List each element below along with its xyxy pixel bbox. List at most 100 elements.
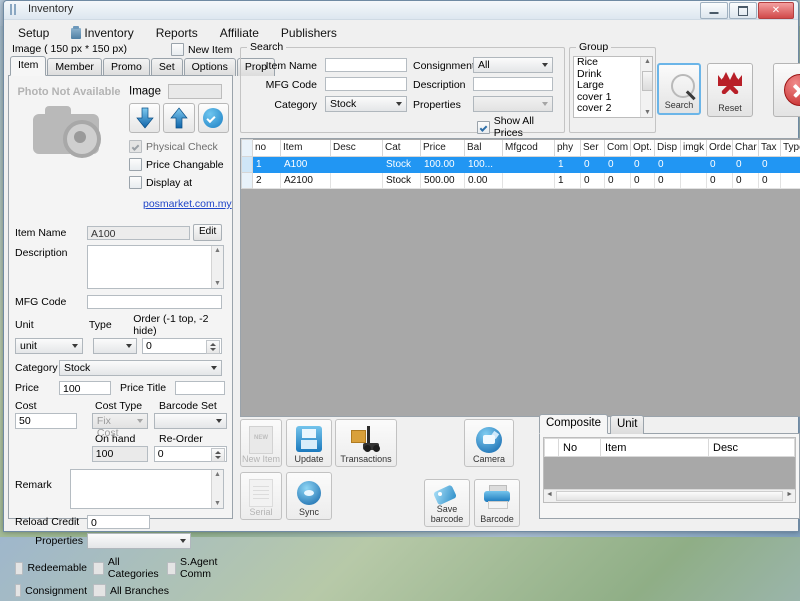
price-changable-checkbox[interactable] (129, 158, 142, 171)
show-all-prices-checkbox[interactable] (477, 121, 490, 134)
inventory-datagrid[interactable]: no Item Desc Cat Price Bal Mfgcod phy Se… (240, 138, 800, 417)
s-agent-comm-row[interactable]: S.Agent Comm (167, 556, 227, 580)
scrollbar-thumb[interactable] (556, 491, 783, 501)
reload-credit-input[interactable]: 0 (87, 515, 150, 529)
new-item-checkbox-row[interactable]: New Item (171, 43, 232, 56)
col-disp[interactable]: Disp (655, 140, 681, 157)
col-desc[interactable]: Desc (331, 140, 383, 157)
price-changable-row[interactable]: Price Changable (129, 158, 229, 171)
col-tax[interactable]: Tax (759, 140, 781, 157)
comp-col-item[interactable]: Item (601, 439, 709, 457)
image-download-button[interactable] (129, 103, 160, 133)
unit-select[interactable]: unit (15, 338, 83, 354)
search-item-name-input[interactable] (325, 58, 407, 72)
reorder-input[interactable]: 0 (154, 446, 227, 462)
remark-textarea[interactable]: ▲▼ (70, 469, 224, 509)
order-input[interactable]: 0 (142, 338, 222, 354)
all-branches-checkbox[interactable] (93, 584, 106, 597)
image-upload-button[interactable] (163, 103, 194, 133)
consignment-row[interactable]: Consignment (15, 584, 87, 597)
new-item-checkbox[interactable] (171, 43, 184, 56)
tab-promo[interactable]: Promo (103, 58, 150, 76)
close-window-button[interactable] (773, 63, 800, 117)
comp-col-no[interactable]: No (559, 439, 601, 457)
table-row[interactable]: 1 A100 Stock 100.00 100... 1 0 0 0 0 0 0… (242, 157, 800, 173)
menu-item-affiliate[interactable]: Affiliate (218, 25, 261, 41)
description-scrollbar[interactable]: ▲▼ (211, 246, 223, 288)
comp-col-desc[interactable]: Desc (709, 439, 795, 457)
search-description-input[interactable] (473, 77, 553, 91)
barcode-set-select[interactable] (154, 413, 227, 429)
search-properties-select[interactable] (473, 96, 553, 112)
remark-scrollbar[interactable]: ▲▼ (211, 470, 223, 508)
col-imgk[interactable]: imgk (681, 140, 707, 157)
order-spinner[interactable] (206, 340, 220, 354)
serial-button[interactable]: Serial (240, 472, 282, 520)
col-cat[interactable]: Cat (383, 140, 421, 157)
col-opt[interactable]: Opt. (631, 140, 655, 157)
edit-item-name-button[interactable]: Edit (193, 224, 222, 241)
category-select[interactable]: Stock (59, 360, 222, 376)
cost-type-select[interactable]: Fix Cost (92, 413, 148, 429)
transactions-button[interactable]: Transactions (335, 419, 397, 467)
physical-check-row[interactable]: Physical Check (129, 140, 229, 153)
tab-set[interactable]: Set (151, 58, 183, 76)
close-button[interactable]: ✕ (758, 2, 794, 19)
posmarket-link[interactable]: posmarket.com.my (143, 198, 229, 210)
price-title-input[interactable] (175, 381, 225, 395)
menu-item-reports[interactable]: Reports (154, 25, 200, 41)
item-photo-placeholder[interactable]: Photo Not Available (13, 82, 125, 190)
all-branches-row[interactable]: All Branches (93, 584, 169, 597)
group-scrollbar[interactable]: ▲ ▼ (640, 57, 652, 117)
col-orde[interactable]: Orde (707, 140, 733, 157)
display-at-checkbox[interactable] (129, 176, 142, 189)
tab-composite[interactable]: Composite (539, 414, 608, 434)
item-name-input[interactable]: A100 (87, 226, 190, 240)
col-no[interactable]: no (253, 140, 281, 157)
image-path-field[interactable] (168, 84, 222, 99)
cost-input[interactable]: 50 (15, 413, 77, 429)
search-button[interactable]: Search (657, 63, 701, 115)
properties-select[interactable] (87, 533, 191, 549)
sync-button[interactable]: Sync (286, 472, 332, 520)
col-ser[interactable]: Ser (581, 140, 605, 157)
type-select[interactable] (93, 338, 137, 354)
description-textarea[interactable]: ▲▼ (87, 245, 224, 289)
all-categories-checkbox[interactable] (93, 562, 104, 575)
composite-datagrid[interactable]: No Item Desc ◄ ► (543, 437, 796, 503)
col-bal[interactable]: Bal (465, 140, 503, 157)
table-row[interactable]: 2 A2100 Stock 500.00 0.00 1 0 0 0 0 0 0 … (242, 173, 800, 189)
search-mfg-code-input[interactable] (325, 77, 407, 91)
consignment-checkbox[interactable] (15, 584, 21, 597)
redeemable-row[interactable]: Redeemable (15, 562, 87, 575)
col-phy[interactable]: phy (555, 140, 581, 157)
minimize-button[interactable] (700, 2, 728, 19)
row-selector[interactable] (242, 157, 253, 173)
show-all-prices-row[interactable]: Show All Prices (477, 115, 564, 139)
col-type[interactable]: Type (781, 140, 800, 157)
col-item[interactable]: Item (281, 140, 331, 157)
menu-item-inventory[interactable]: Inventory (69, 25, 135, 41)
tab-unit[interactable]: Unit (610, 415, 644, 434)
scrollbar-thumb[interactable] (642, 71, 653, 91)
save-barcode-button[interactable]: Save barcode (424, 479, 470, 527)
price-input[interactable]: 100 (59, 381, 111, 395)
col-char[interactable]: Char (733, 140, 759, 157)
barcode-button[interactable]: Barcode (474, 479, 520, 527)
new-item-button[interactable]: New Item (240, 419, 282, 467)
col-mfgcod[interactable]: Mfgcod (503, 140, 555, 157)
menu-item-setup[interactable]: Setup (16, 25, 51, 41)
col-price[interactable]: Price (421, 140, 465, 157)
search-category-select[interactable]: Stock (325, 96, 407, 112)
all-categories-row[interactable]: All Categories (93, 556, 161, 580)
col-com[interactable]: Com (605, 140, 631, 157)
tab-item[interactable]: Item (10, 56, 46, 76)
maximize-button[interactable] (729, 2, 757, 19)
update-button[interactable]: Update (286, 419, 332, 467)
group-listbox[interactable]: Rice Drink Large cover 1 cover 2 ▲ ▼ (573, 56, 653, 118)
tab-member[interactable]: Member (47, 58, 102, 76)
redeemable-checkbox[interactable] (15, 562, 23, 575)
tab-options[interactable]: Options (184, 58, 236, 76)
reorder-spinner[interactable] (211, 448, 225, 462)
search-consignment-select[interactable]: All (473, 57, 553, 73)
